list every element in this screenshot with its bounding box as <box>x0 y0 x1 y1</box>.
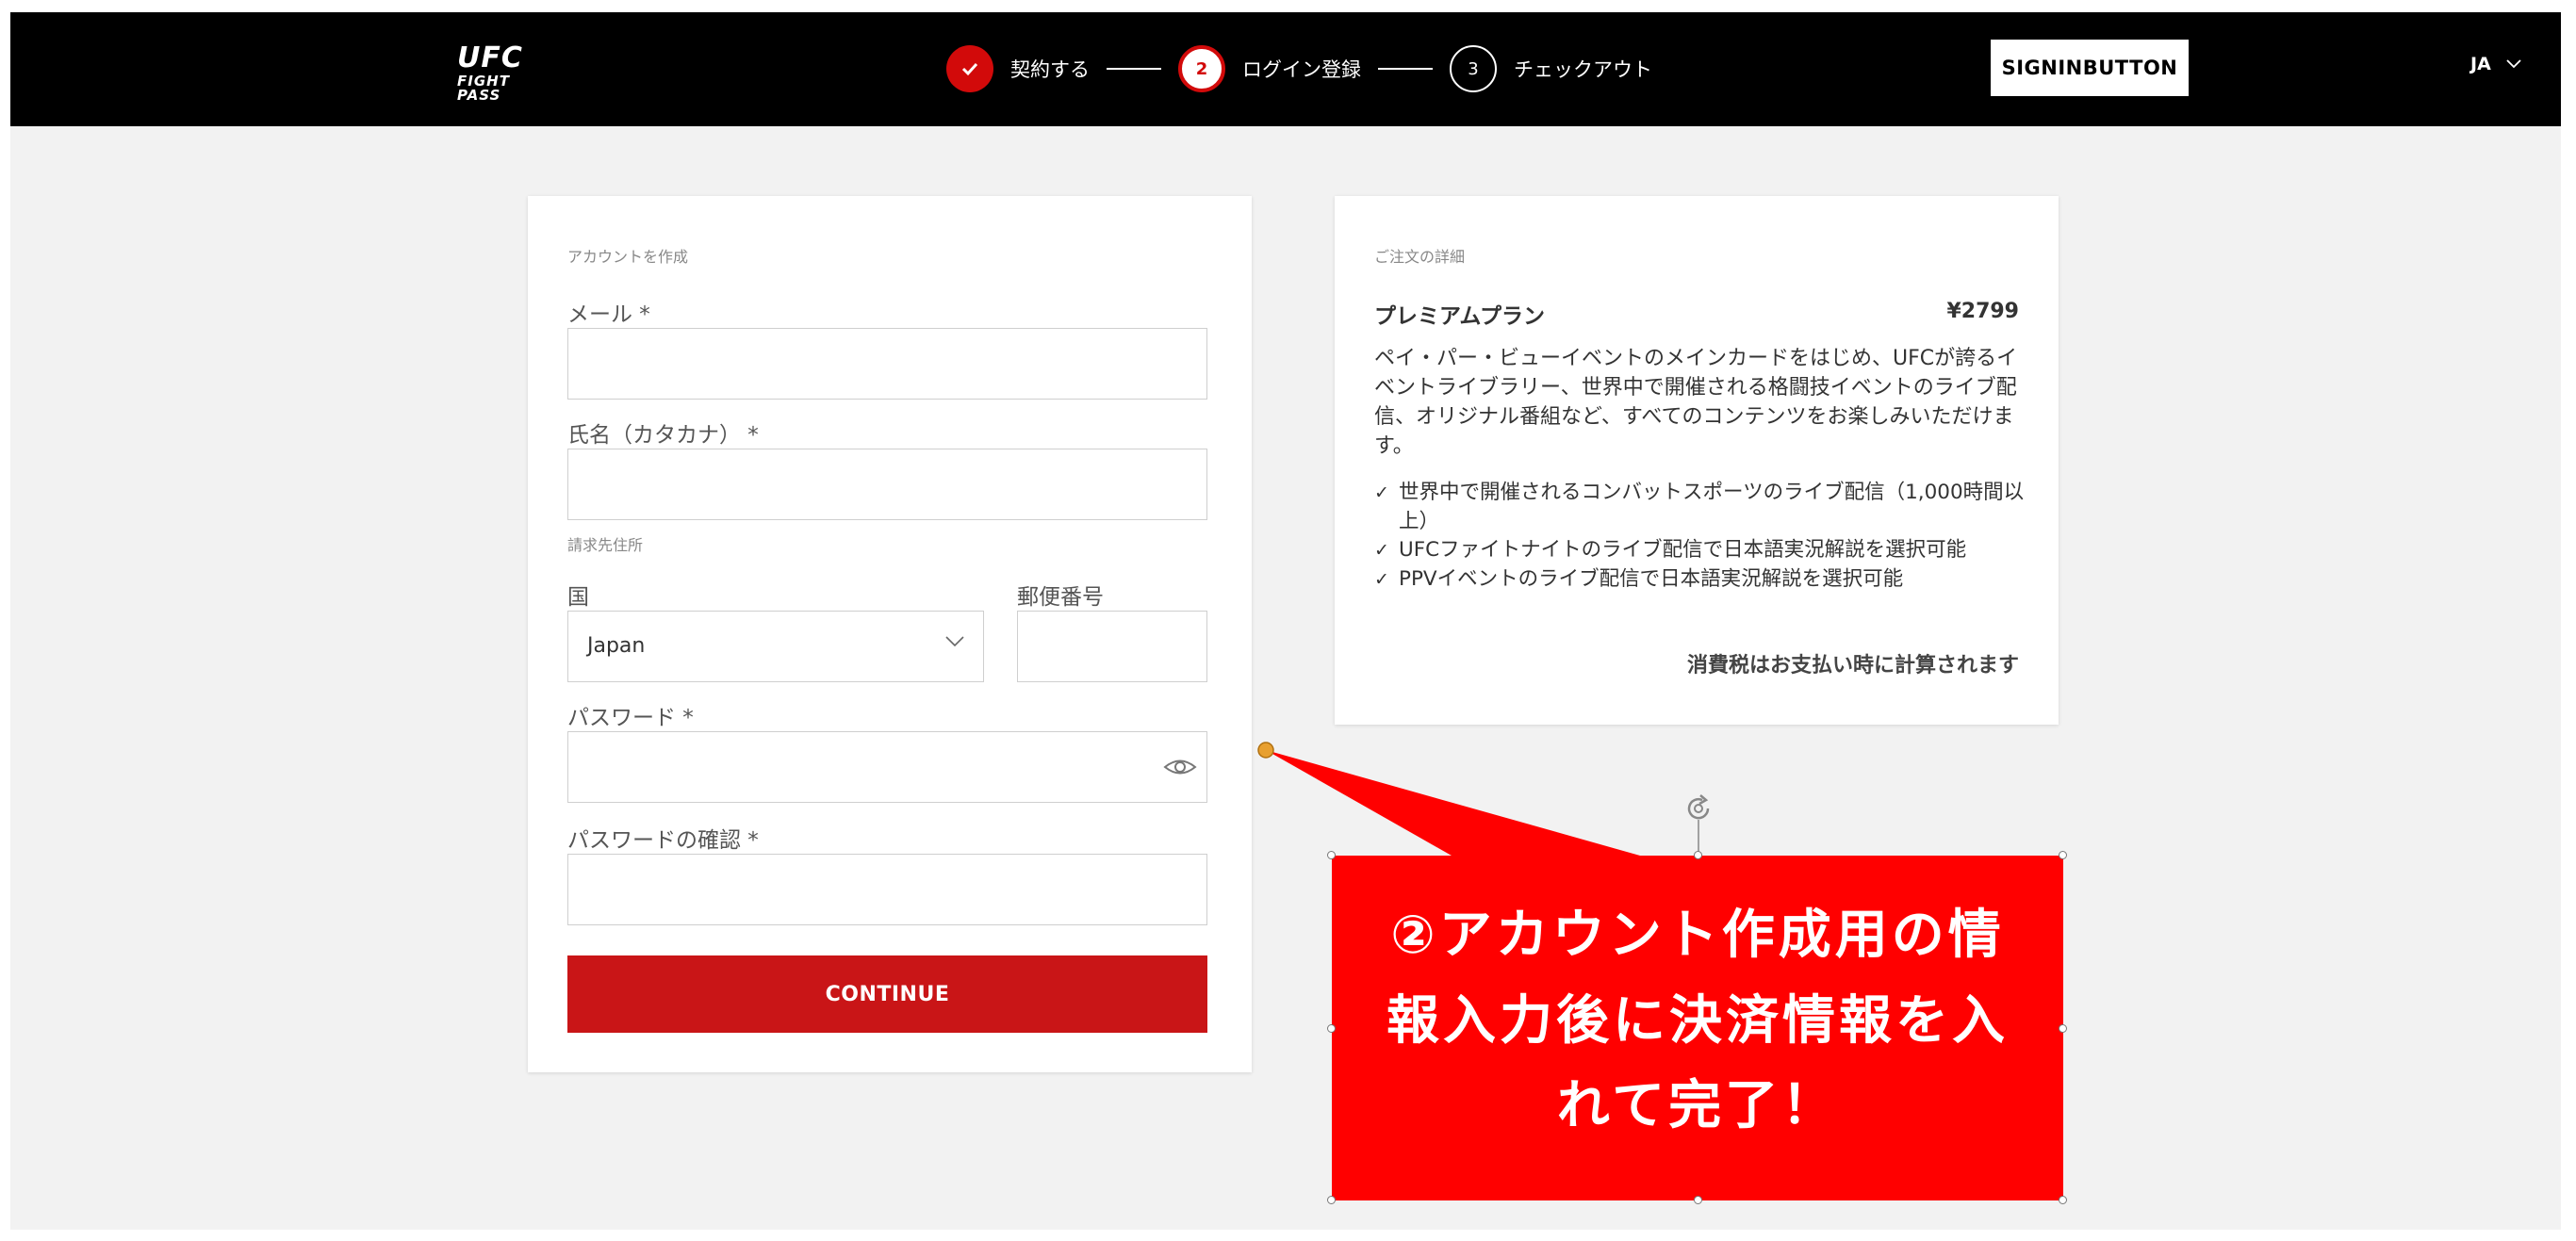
resize-handle[interactable] <box>2059 1024 2067 1033</box>
resize-handle[interactable] <box>1694 1196 1702 1204</box>
annotation-callout[interactable]: ②アカウント作成用の情 報入力後に決済情報を入 れて完了！ <box>1332 856 2063 1200</box>
resize-handle[interactable] <box>1694 851 1702 859</box>
resize-handle[interactable] <box>2059 851 2067 859</box>
resize-handle[interactable] <box>2059 1196 2067 1204</box>
callout-line-3: れて完了！ <box>1556 1075 1839 1137</box>
resize-handle[interactable] <box>1327 1196 1336 1204</box>
resize-handle[interactable] <box>1327 1024 1336 1033</box>
callout-line-2: 報入力後に決済情報を入 <box>1386 989 2009 1052</box>
callout-line-1: ②アカウント作成用の情 <box>1390 905 2005 966</box>
rotate-handle-icon[interactable] <box>1682 792 1715 825</box>
callout-pointer <box>1257 742 1699 856</box>
resize-handle[interactable] <box>1327 851 1336 859</box>
